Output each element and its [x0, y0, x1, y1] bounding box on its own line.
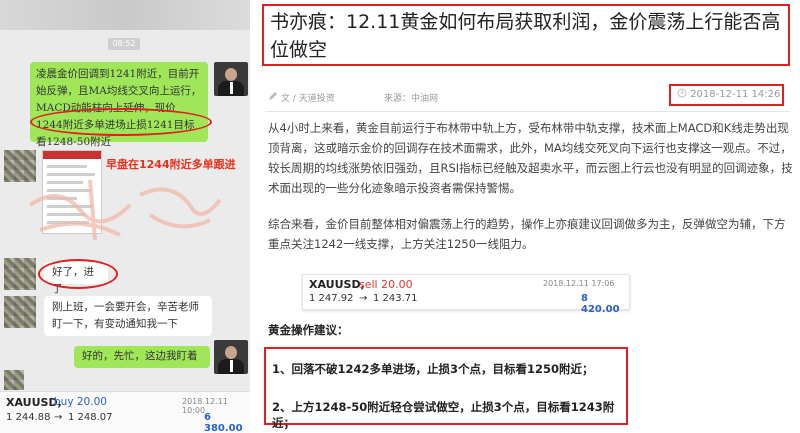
annotation-text: 早盘在1244附近多单跟进: [106, 158, 236, 171]
article-source: 来源：中油网: [384, 94, 439, 104]
chat-message-3-text: 刚上班，一会要开会，辛苦老师盯一下，有变动通知我一下: [52, 301, 199, 330]
advice-box: 1、回落不破1242多单进场，止损3个点，目标看1250附近； 2、上方1248…: [264, 347, 628, 430]
avatar: [214, 62, 248, 96]
article-title: 书亦痕：12.11黄金如何布局获取利润，金价震荡上行能否高位做空: [270, 11, 781, 61]
divider: [265, 111, 790, 112]
trade-price-to: 1 248.07: [68, 412, 113, 423]
chat-message-3: 刚上班，一会要开会，辛苦老师盯一下，有变动通知我一下: [44, 296, 212, 336]
advice-item-1: 1、回落不破1242多单进场，止损3个点，目标看1250附近；: [272, 362, 594, 376]
article-date: 2018-12-11 14:26: [690, 89, 781, 100]
avatar: [4, 296, 36, 328]
avatar: [4, 258, 36, 290]
trade-action: sell 20.00: [359, 278, 413, 291]
chat-timestamp: 08:52: [108, 38, 140, 50]
blurred-header: [0, 0, 250, 30]
pen-icon: [269, 92, 277, 100]
trade-arrow: →: [359, 293, 368, 304]
advice-item-2: 2、上方1248-50附近轻仓尝试做空，止损3个点，目标看1243附近；: [272, 400, 615, 430]
trade-profit: 6 380.00: [204, 412, 243, 433]
clock-icon: [677, 88, 687, 98]
avatar: [214, 340, 248, 374]
chat-panel: 08:52 凌晨金价回调到1241附近，目前开始反弹，且MA均线交叉向上运行，M…: [0, 0, 250, 433]
trade-record-footer: XAUUSD, buy 20.00 2018.12.11 10:00 1 244…: [0, 391, 250, 433]
article-date-box: 2018-12-11 14:26: [669, 84, 784, 106]
article-paragraph-1: 从4小时上来看，黄金目前运行于布林带中轨上方，受布林带中轨支撑，技术面上MACD…: [268, 121, 793, 195]
article-title-box: 书亦痕：12.11黄金如何布局获取利润，金价震荡上行能否高位做空: [262, 4, 790, 66]
trade-price-to: 1 243.71: [373, 293, 418, 304]
trade-arrow: →: [54, 412, 63, 423]
trade-price-from: 1 244.88: [6, 412, 51, 423]
avatar: [4, 370, 24, 390]
chat-message-4-text: 好的，先忙，这边我盯着: [82, 350, 198, 362]
highlight-oval-2: [38, 259, 118, 289]
article-author: 文 / 天道投资: [281, 94, 335, 104]
section-title: 黄金操作建议：: [268, 323, 349, 337]
article-paragraph-2: 综合来看，金价目前整体相对偏震荡上行的趋势，操作上亦痕建议回调做多为主，反弹做空…: [268, 217, 786, 251]
trade-symbol: XAUUSD,: [309, 278, 365, 291]
trade-date: 2018.12.11 17:06: [543, 279, 615, 288]
signature-watermark: [28, 179, 222, 241]
trade-record-card: XAUUSD, sell 20.00 2018.12.11 17:06 1 24…: [302, 274, 630, 315]
highlight-oval-1: [30, 108, 212, 136]
trade-price-from: 1 247.92: [309, 293, 354, 304]
chat-message-4: 好的，先忙，这边我盯着: [74, 346, 210, 368]
trade-profit: 8 420.00: [581, 293, 620, 315]
trade-action: buy 20.00: [54, 396, 107, 408]
